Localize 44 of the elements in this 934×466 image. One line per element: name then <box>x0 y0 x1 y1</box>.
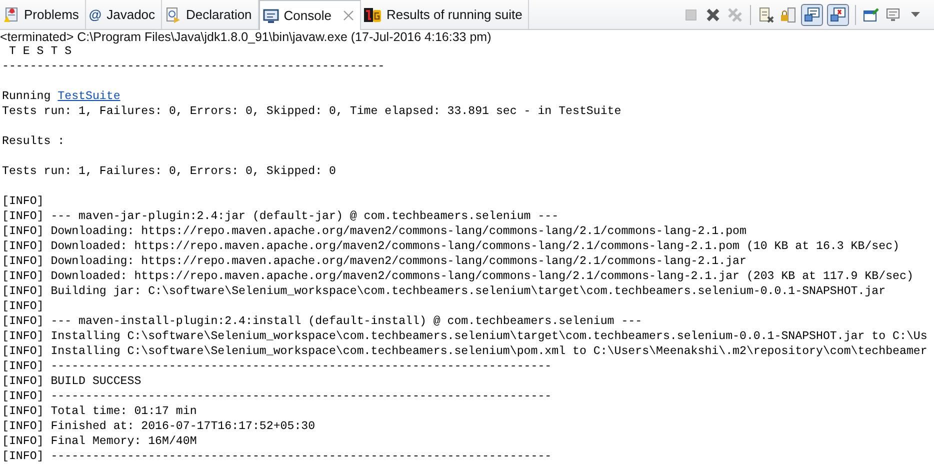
console-line: [INFO] Installing C:\software\Selenium_workspace\com.techbeamers.selenium\pom.xml to C:\Users\Meenakshi\.m2\repository\com\techbeamer <box>2 345 928 358</box>
dropdown-caret-icon[interactable] <box>910 12 920 18</box>
console-line: [INFO] Installing C:\software\Selenium_workspace\com.techbeamers.selenium\target\com.techbeamers.selenium-0.0.1-SNAPSHOT.jar to C:\Us <box>2 330 928 343</box>
console-line: Running <box>2 90 52 103</box>
at-sign-icon: @ <box>88 7 102 22</box>
console-line: ------------------------------------------------------- <box>2 60 385 73</box>
view-tab[interactable]: Console <box>258 0 360 30</box>
view-tab[interactable]: Declaration <box>162 0 259 29</box>
console-line: Tests run: 1, Failures: 0, Errors: 0, Skipped: 0 <box>2 165 336 178</box>
message-screen-icon[interactable] <box>804 6 820 22</box>
monitor-icon <box>262 8 279 24</box>
console-line: Results : <box>2 135 65 148</box>
console-line: [INFO] Total time: 01:17 min <box>2 405 197 418</box>
console-link[interactable]: TestSuite <box>58 90 120 103</box>
monitor-icon[interactable] <box>885 6 901 22</box>
console-line: [INFO] --- maven-jar-plugin:2.4:jar (default-jar) @ com.techbeamers.selenium --- <box>2 210 559 223</box>
console-line: [INFO] Downloading: https://repo.maven.apache.org/maven2/commons-lang/commons-lang/2.1/commons-lang-2.1.jar <box>2 255 746 268</box>
warning-list-icon <box>3 6 19 22</box>
console-line: [INFO] BUILD SUCCESS <box>2 375 142 388</box>
console-line: [INFO] Final Memory: 16M/40M <box>2 435 197 448</box>
clear-document-icon[interactable] <box>758 6 774 22</box>
console-line: T E S T S <box>8 45 72 58</box>
console-line: [INFO] ------------------------------------------------------------------------ <box>2 450 552 463</box>
console-line: [INFO] <box>2 195 44 208</box>
console-line: [INFO] Downloaded: https://repo.maven.apache.org/maven2/commons-lang/commons-lang/2.1/commons-lang-2.1.pom (10 KB at 16.3 KB/sec) <box>2 240 900 253</box>
view-tab[interactable]: Problems <box>0 0 86 29</box>
console-line: Tests run: 1, Failures: 0, Errors: 0, Skipped: 0, Time elapsed: 33.891 sec - in TestSuite <box>2 105 622 118</box>
console-line: [INFO] Downloaded: https://repo.maven.apache.org/maven2/commons-lang/commons-lang/2.1/commons-lang-2.1.jar (203 KB at 117.9 KB/sec) <box>2 270 914 283</box>
console-line: [INFO] ------------------------------------------------------------------------ <box>2 360 552 373</box>
view-tab[interactable]: Results of running suite <box>360 0 530 29</box>
pinned-window-icon[interactable] <box>863 6 879 22</box>
lock-document-icon[interactable] <box>780 6 796 22</box>
console-line: [INFO] Downloading: https://repo.maven.apache.org/maven2/commons-lang/commons-lang/2.1/commons-lang-2.1.pom <box>2 225 746 238</box>
error-screen-icon[interactable] <box>830 6 846 22</box>
close-icon[interactable] <box>705 6 721 22</box>
console-line: [INFO] --- maven-install-plugin:2.4:install (default-install) @ com.techbeamers.selenium --- <box>2 315 642 328</box>
process-status-text: <terminated> C:\Program Files\Java\jdk1.8.0_91\bin\javaw.exe (17-Jul-2016 4:16:33 pm) <box>0 30 492 44</box>
testng-logo-icon <box>364 6 382 22</box>
console-line: [INFO] Finished at: 2016-07-17T16:17:52+05:30 <box>2 420 316 433</box>
console-line: [INFO] <box>2 300 44 313</box>
view-tab[interactable]: @ Javadoc <box>86 0 162 29</box>
console-line: [INFO] ------------------------------------------------------------------------ <box>2 390 552 403</box>
document-arrow-icon <box>165 6 182 22</box>
console-line: [INFO] Building jar: C:\software\Selenium_workspace\com.techbeamers.selenium\target\com.techbeamers.selenium-0.0.1-SNAPSHOT.jar <box>2 285 886 298</box>
